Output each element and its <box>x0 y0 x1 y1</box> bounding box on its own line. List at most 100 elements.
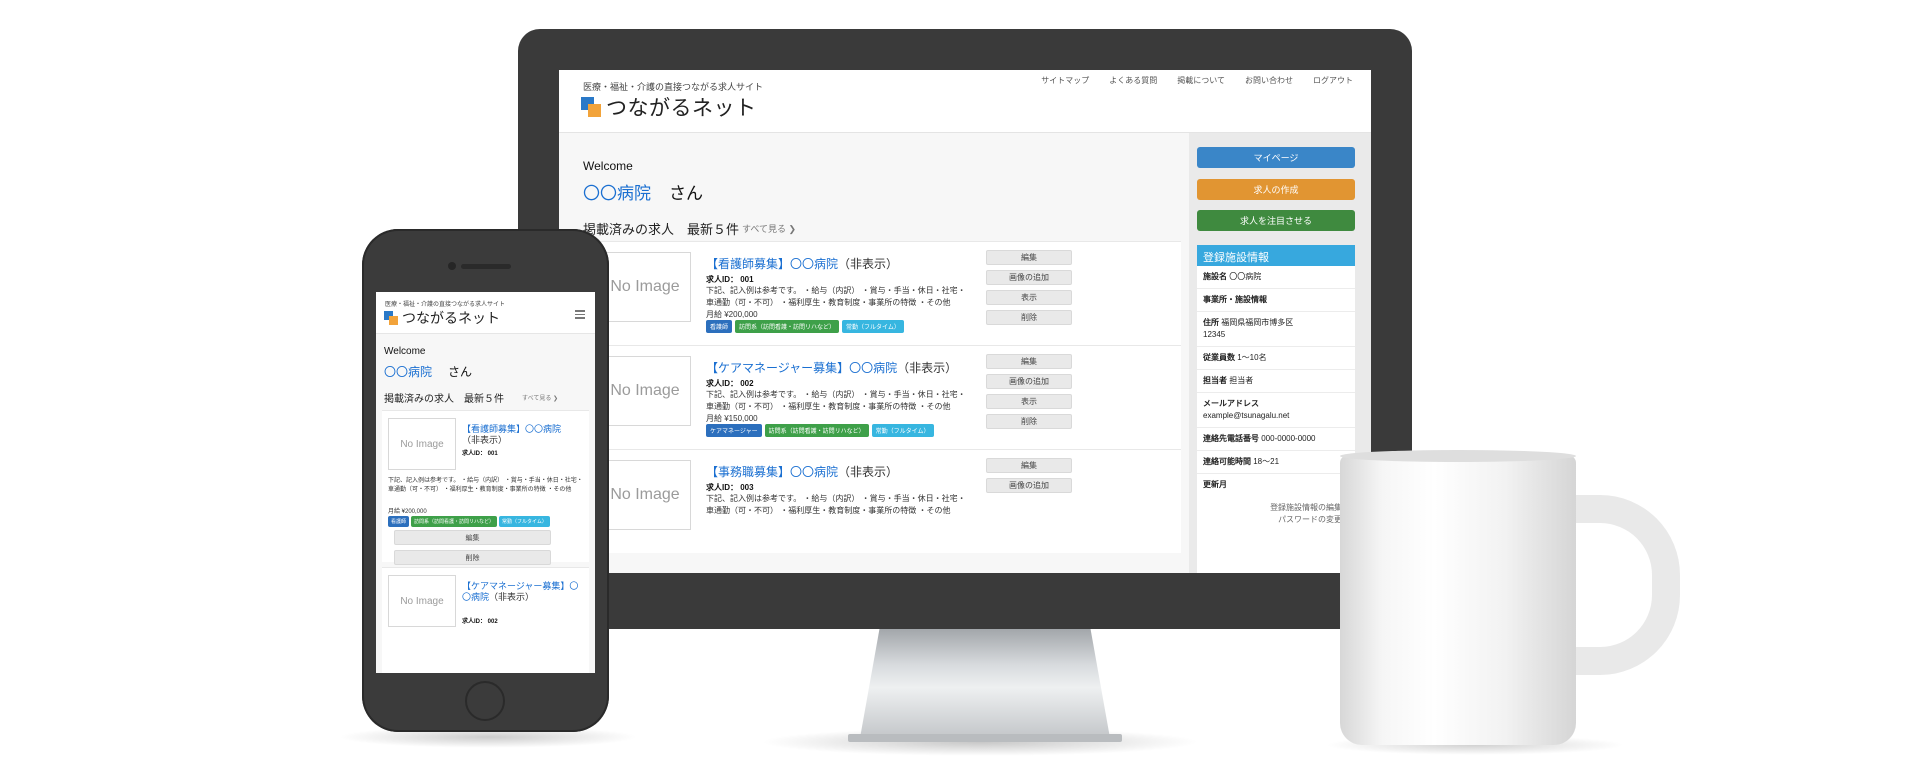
tag-occupation: 看護師 <box>706 320 733 333</box>
job-card: No Image 【看護師募集】〇〇病院（非表示） 求人ID： 001 下記、記… <box>581 241 1181 345</box>
job-tags: 看護師 訪問系（訪問看護・訪問リハなど） 常勤（フルタイム） <box>706 320 904 333</box>
info-row-facility-name: 施設名 〇〇病院 <box>1197 266 1355 289</box>
mobile-tagline: 医療・福祉・介護の直接つながる求人サイト <box>385 302 506 308</box>
desktop-main: Welcome 〇〇病院 さん 掲載済みの求人 最新５件 すべて見る ❯ No … <box>559 133 1189 573</box>
tag-employment: 常勤（フルタイム） <box>499 516 550 527</box>
job-description: 下記、記入例は参考です。 ・給与（内訳） ・賞与・手当・休日・社宅・車通勤（可・… <box>388 478 583 493</box>
desktop-screen: 医療・福祉・介護の直接つながる求人サイト つながるネット サイトマップ よくある… <box>559 70 1371 573</box>
job-salary: 月給 ¥200,000 <box>706 310 758 319</box>
job-image-placeholder: No Image <box>599 252 691 322</box>
info-row-employees: 従業員数 1〜10名 <box>1197 347 1355 370</box>
tag-type: 訪問系（訪問看護・訪問リハなど） <box>735 320 840 333</box>
edit-button[interactable]: 編集 <box>986 354 1072 369</box>
job-image-placeholder: No Image <box>599 356 691 426</box>
mypage-button[interactable]: マイページ <box>1197 147 1355 168</box>
job-image-placeholder: No Image <box>388 418 456 470</box>
phone-camera-icon <box>448 262 456 270</box>
tag-occupation: ケアマネージャー <box>706 424 762 437</box>
job-id: 求人ID： 001 <box>462 451 498 457</box>
delete-button[interactable]: 削除 <box>986 414 1072 429</box>
job-card: No Image 【ケアマネージャー募集】〇〇病院（非表示） 求人ID： 002… <box>581 345 1181 449</box>
mobile-header: 医療・福祉・介護の直接つながる求人サイト つながるネット <box>376 292 595 334</box>
mobile-honorific: さん <box>448 365 473 379</box>
mobile-section-title: 掲載済みの求人 最新５件 <box>384 394 504 405</box>
job-actions: 編集 画像の追加 <box>986 458 1072 493</box>
change-password-link[interactable]: パスワードの変更 ❯ <box>1197 514 1355 526</box>
mobile-hospital-name: 〇〇病院 <box>384 365 433 379</box>
imac-stand <box>860 626 1110 738</box>
job-card: No Image 【事務職募集】〇〇病院（非表示） 求人ID： 003 下記、記… <box>581 449 1181 553</box>
edit-button[interactable]: 編集 <box>394 530 551 545</box>
add-image-button[interactable]: 画像の追加 <box>986 374 1072 389</box>
job-description: 下記、記入例は参考です。 ・給与（内訳） ・賞与・手当・休日・社宅・車通勤（可・… <box>706 494 966 515</box>
show-button[interactable]: 表示 <box>986 394 1072 409</box>
hospital-name: 〇〇病院 <box>583 184 651 203</box>
section-title: 掲載済みの求人 最新５件 <box>583 222 740 237</box>
job-title[interactable]: 【看護師募集】〇〇病院（非表示） <box>462 424 582 446</box>
tag-employment: 常勤（フルタイム） <box>871 424 934 437</box>
tag-type: 訪問系（訪問看護・訪問リハなど） <box>411 516 498 527</box>
job-tags: 看護師 訪問系（訪問看護・訪問リハなど） 常勤（フルタイム） <box>388 516 550 527</box>
job-image-placeholder: No Image <box>388 575 456 627</box>
delete-button[interactable]: 削除 <box>986 310 1072 325</box>
mobile-welcome: Welcome <box>384 346 426 357</box>
logo-mark-icon <box>581 97 601 117</box>
mobile-screen: 医療・福祉・介護の直接つながる求人サイト つながるネット Welcome 〇〇病… <box>376 292 595 673</box>
add-image-button[interactable]: 画像の追加 <box>986 270 1072 285</box>
info-row-updated: 更新月 <box>1203 480 1227 489</box>
tag-employment: 常勤（フルタイム） <box>842 320 904 333</box>
edit-facility-link[interactable]: 登録施設情報の編集 ❯ <box>1197 502 1355 514</box>
tag-type: 訪問系（訪問看護・訪問リハなど） <box>764 424 869 437</box>
job-id: 求人ID： 003 <box>706 483 754 492</box>
job-title[interactable]: 【看護師募集】〇〇病院（非表示） <box>706 255 898 272</box>
tag-occupation: 看護師 <box>388 516 410 527</box>
create-job-button[interactable]: 求人の作成 <box>1197 179 1355 200</box>
phone-speaker <box>461 264 511 269</box>
job-description: 下記、記入例は参考です。 ・給与（内訳） ・賞与・手当・休日・社宅・車通勤（可・… <box>706 286 966 307</box>
info-row-phone: 連絡先電話番号 000-0000-0000 <box>1197 428 1355 451</box>
info-row-contact-hours: 連絡可能時間 18〜21 <box>1197 451 1355 474</box>
mobile-logo[interactable]: つながるネット <box>384 308 500 328</box>
info-row-address: 住所 福岡県福岡市博多区 12345 <box>1197 312 1355 347</box>
nav-listing[interactable]: 掲載について <box>1177 75 1225 86</box>
nav-sitemap[interactable]: サイトマップ <box>1041 75 1089 86</box>
edit-button[interactable]: 編集 <box>986 250 1072 265</box>
show-button[interactable]: 表示 <box>986 290 1072 305</box>
job-description: 下記、記入例は参考です。 ・給与（内訳） ・賞与・手当・休日・社宅・車通勤（可・… <box>706 390 966 411</box>
job-id: 求人ID： 002 <box>462 619 498 625</box>
job-id: 求人ID： 001 <box>706 275 754 284</box>
feature-job-button[interactable]: 求人を注目させる <box>1197 210 1355 231</box>
job-title[interactable]: 【ケアマネージャー募集】〇〇病院（非表示） <box>706 359 957 376</box>
info-row-contact-person: 担当者 担当者 <box>1197 370 1355 393</box>
job-salary: 月給 ¥200,000 <box>388 509 427 515</box>
logo-text: つながるネット <box>606 97 757 120</box>
welcome-text: Welcome <box>583 159 633 173</box>
nav-logout[interactable]: ログアウト <box>1313 75 1353 86</box>
job-actions: 編集 画像の追加 表示 削除 <box>986 250 1072 325</box>
job-salary: 月給 ¥150,000 <box>706 414 758 423</box>
job-title[interactable]: 【ケアマネージャー募集】〇〇病院（非表示） <box>462 581 582 603</box>
job-tags: ケアマネージャー 訪問系（訪問看護・訪問リハなど） 常勤（フルタイム） <box>706 424 934 437</box>
mobile-job-card: No Image 【ケアマネージャー募集】〇〇病院（非表示） 求人ID： 002 <box>382 567 589 673</box>
see-all-link[interactable]: すべて見る ❯ <box>742 222 796 235</box>
delete-button[interactable]: 削除 <box>394 550 551 565</box>
mobile-logo-text: つながるネット <box>402 310 500 326</box>
edit-button[interactable]: 編集 <box>986 458 1072 473</box>
honorific: さん <box>669 184 703 203</box>
desktop-header: 医療・福祉・介護の直接つながる求人サイト つながるネット サイトマップ よくある… <box>559 70 1371 133</box>
info-row-facility-info: 事業所・施設情報 <box>1197 289 1355 312</box>
mug-rim <box>1340 450 1576 462</box>
mobile-see-all-link[interactable]: すべて見る ❯ <box>522 393 558 402</box>
hamburger-menu-icon[interactable] <box>575 310 585 321</box>
info-row-email: メールアドレス example@tsunagalu.net <box>1197 393 1355 428</box>
top-nav: サイトマップ よくある質問 掲載について お問い合わせ ログアウト <box>1041 75 1353 86</box>
add-image-button[interactable]: 画像の追加 <box>986 478 1072 493</box>
nav-contact[interactable]: お問い合わせ <box>1245 75 1293 86</box>
job-actions: 編集 画像の追加 表示 削除 <box>986 354 1072 429</box>
logo-mark-icon <box>384 311 398 325</box>
job-title[interactable]: 【事務職募集】〇〇病院（非表示） <box>706 463 898 480</box>
mockup-stage: 医療・福祉・介護の直接つながる求人サイト つながるネット サイトマップ よくある… <box>0 0 1920 784</box>
site-logo[interactable]: つながるネット <box>581 92 757 122</box>
nav-faq[interactable]: よくある質問 <box>1109 75 1157 86</box>
job-image-placeholder: No Image <box>599 460 691 530</box>
